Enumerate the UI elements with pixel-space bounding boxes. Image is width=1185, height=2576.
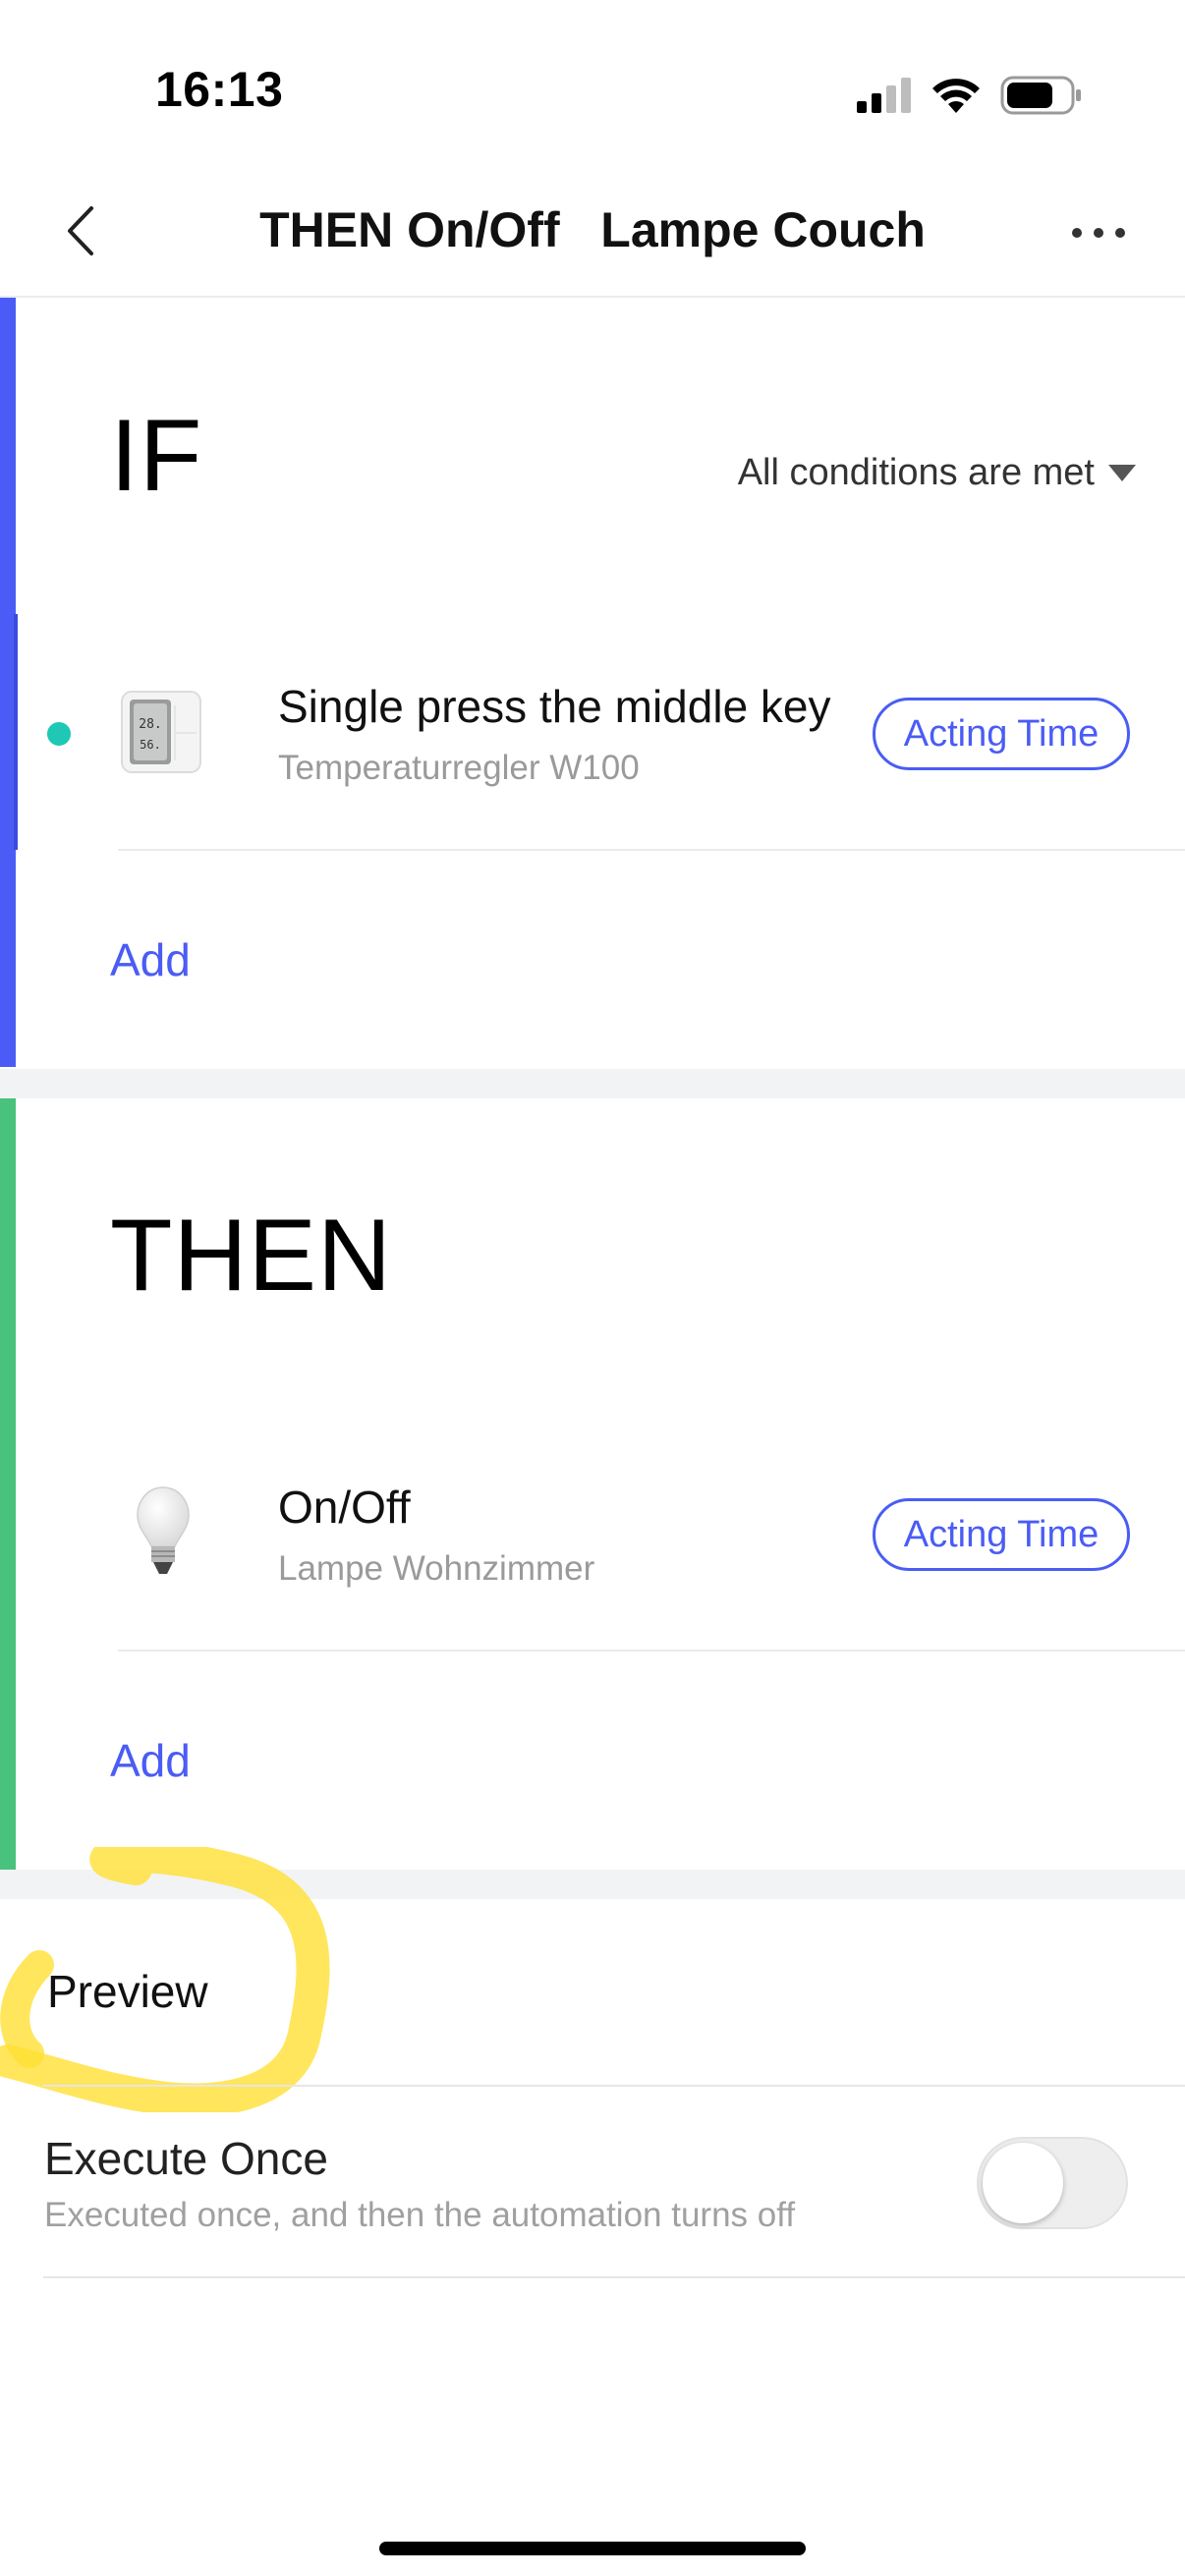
caret-down-icon [1108, 465, 1136, 481]
settings-divider [43, 2085, 1185, 2087]
thermostat-device-icon: 28. 56. [118, 688, 206, 778]
more-options-button[interactable] [1059, 208, 1138, 257]
condition-mode-dropdown[interactable]: All conditions are met [738, 452, 1136, 494]
row-divider [118, 849, 1185, 851]
if-row-accent-mark [14, 614, 18, 850]
action-title[interactable]: On/Off [278, 1481, 411, 1534]
settings-divider [43, 2276, 1185, 2278]
acting-time-button[interactable]: Acting Time [873, 698, 1130, 770]
row-divider [118, 1650, 1185, 1652]
status-icons [857, 71, 1083, 120]
light-bulb-icon [136, 1485, 191, 1580]
add-condition-button[interactable]: Add [110, 933, 191, 986]
execute-once-description: Executed once, and then the automation t… [44, 2196, 796, 2234]
execute-once-title: Execute Once [44, 2133, 328, 2184]
nav-divider [0, 296, 1185, 298]
page-title: THEN On/Off Lampe Couch [259, 202, 926, 257]
acting-time-button[interactable]: Acting Time [873, 1498, 1130, 1571]
svg-text:56.: 56. [140, 738, 161, 752]
battery-icon [1000, 76, 1081, 115]
action-device-name: Lampe Wohnzimmer [278, 1549, 595, 1588]
more-dots-icon [1072, 228, 1125, 238]
toggle-knob [983, 2143, 1063, 2223]
condition-mode-label: All conditions are met [737, 452, 1095, 493]
cellular-signal-icon [857, 78, 911, 113]
wifi-icon [932, 79, 980, 113]
condition-title[interactable]: Single press the middle key [278, 680, 831, 733]
section-separator [0, 1870, 1185, 1899]
then-heading: THEN [110, 1199, 393, 1313]
section-separator [0, 1069, 1185, 1098]
execute-once-toggle[interactable] [977, 2137, 1128, 2229]
if-heading: IF [110, 399, 203, 513]
svg-text:28.: 28. [139, 717, 161, 732]
condition-device-name: Temperaturregler W100 [278, 749, 640, 787]
preview-label[interactable]: Preview [47, 1965, 208, 2018]
add-action-button[interactable]: Add [110, 1734, 191, 1787]
then-section-accent-bar [0, 1098, 16, 1870]
home-indicator [379, 2542, 806, 2555]
condition-status-dot [47, 722, 71, 746]
status-time: 16:13 [155, 62, 284, 117]
